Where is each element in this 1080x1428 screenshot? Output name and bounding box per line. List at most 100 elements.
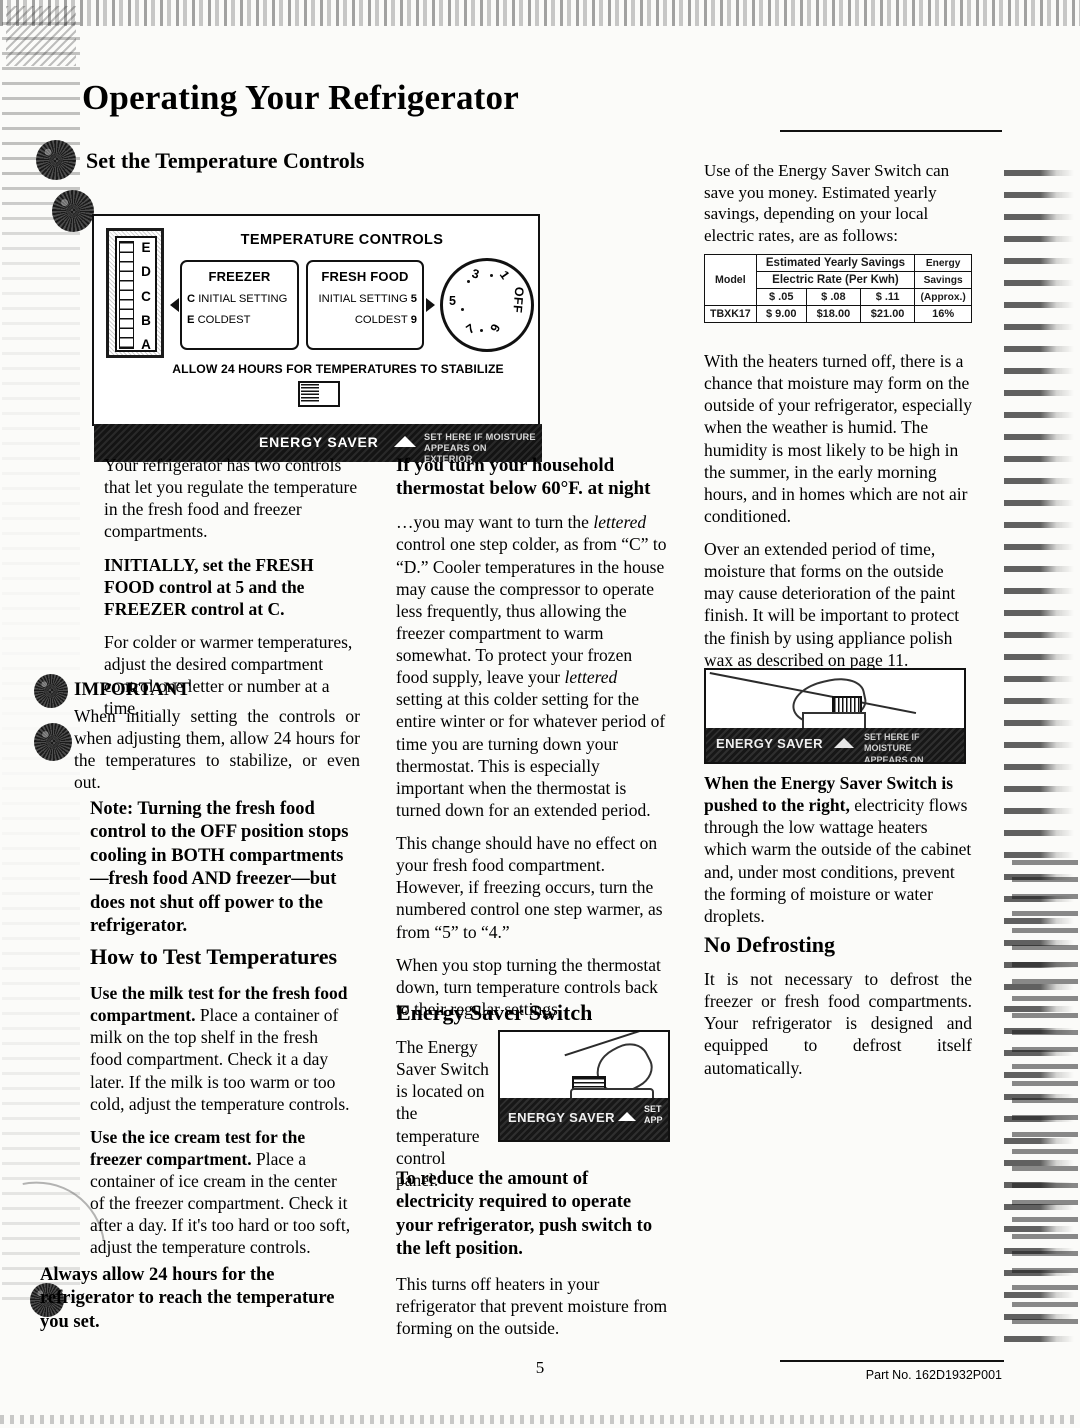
scanned-page: Operating Your Refrigerator Set the Temp… — [0, 0, 1080, 1428]
turns-off-heaters-paragraph: This turns off heaters in your refrigera… — [396, 1273, 668, 1338]
thermostat-paragraph-2: This change should have no effect on you… — [396, 833, 663, 942]
reduce-electricity-paragraph: To reduce the amount of electricity requ… — [396, 1169, 653, 1260]
left-intro-paragraph: Your refrigerator has two controls that … — [104, 455, 358, 542]
fresh-food-initial-label: INITIAL SETTING — [318, 293, 408, 305]
ice-cream-test-paragraph: Use the ice cream test for the freezer c… — [90, 1126, 352, 1259]
savings-intro-paragraph: Use of the Energy Saver Switch can save … — [704, 161, 950, 245]
fresh-food-dial-icon: 1 3 5 7 9 OFF — [440, 258, 534, 352]
note-paragraph: Note: Turning the fresh food control to … — [90, 799, 349, 936]
figure-bullet-icon — [52, 190, 94, 232]
set-note-right-line1: SET HERE IF MOISTURE — [864, 732, 920, 754]
slider-letter-d: D — [141, 264, 151, 280]
dial-dot-7 — [480, 329, 484, 333]
left-initially-paragraph: INITIALLY, set the FRESH FOOD control at… — [104, 554, 314, 619]
middle-column: If you turn your household thermostat be… — [396, 454, 668, 1031]
temperature-control-panel-figure: TEMPERATURE CONTROLS E D C B A FREEZER C… — [92, 214, 542, 464]
freezer-initial-row: C INITIAL SETTING — [182, 293, 297, 305]
energy-saver-instructions: To reduce the amount of electricity requ… — [396, 1168, 668, 1350]
table-header-rate-05: $ .05 — [755, 288, 807, 306]
energy-saver-strip-right: ENERGY SAVER SET HERE IF MOISTURE APPEAR… — [706, 728, 964, 762]
table-header-energy-2: Savings — [914, 271, 972, 289]
important-heading: IMPORTANT — [74, 679, 191, 700]
slider-letter-b: B — [141, 312, 151, 328]
set-note-right: SET HERE IF MOISTURE APPEARS ON EXTERIOR — [864, 732, 964, 764]
pushed-right-block: When the Energy Saver Switch is pushed t… — [704, 772, 972, 938]
dial-label-9: 9 — [487, 321, 504, 335]
fresh-food-legend-header: FRESH FOOD — [321, 269, 409, 284]
dial-label-5: 5 — [449, 294, 456, 308]
set-note-middle-line2: APP — [644, 1114, 663, 1125]
triangle-up-icon — [394, 436, 416, 447]
table-cell-savings-08: $18.00 — [805, 305, 862, 323]
table-cell-savings-05: $ 9.00 — [755, 305, 807, 323]
arrow-left-icon — [170, 298, 179, 312]
freezer-legend-header: FREEZER — [208, 269, 271, 284]
set-note-middle-line1: SET — [644, 1104, 662, 1114]
slider-letter-scale: E D C B A — [135, 240, 157, 352]
important-block: IMPORTANT When initially setting the con… — [74, 678, 360, 805]
table-row: TBXK17 $ 9.00 $18.00 $21.00 16% — [704, 305, 972, 323]
always-allow-block: Always allow 24 hours for the refrigerat… — [40, 1264, 340, 1345]
section-heading-no-defrosting: No Defrosting — [704, 932, 835, 957]
energy-saver-label-right: ENERGY SAVER — [716, 736, 823, 751]
table-cell-energy-percent: 16% — [914, 305, 972, 323]
over-time-paragraph: Over an extended period of time, moistur… — [704, 539, 960, 670]
no-defrosting-body: It is not necessary to defrost the freez… — [704, 968, 972, 1090]
energy-saver-switch-photo-right: ENERGY SAVER SET HERE IF MOISTURE APPEAR… — [704, 668, 966, 764]
table-header-energy-3: (Approx.) — [914, 288, 972, 306]
set-note-middle: SET APP — [644, 1104, 663, 1126]
energy-saver-switch-icon — [298, 381, 340, 407]
freezer-slider-inner: E D C B A — [115, 236, 157, 352]
part-number: Part No. 162D1932P001 — [865, 1368, 1002, 1382]
pushed-right-paragraph: When the Energy Saver Switch is pushed t… — [704, 772, 972, 927]
table-cell-savings-11: $21.00 — [859, 305, 916, 323]
table-header-estimated-savings: Estimated Yearly Savings — [755, 254, 916, 272]
freezer-coldest-letter: E — [187, 314, 195, 326]
freezer-coldest-label: COLDEST — [197, 314, 251, 326]
no-defrosting-paragraph: It is not necessary to defrost the freez… — [704, 969, 972, 1078]
thermostat-p1-a: …you may want to turn the — [396, 512, 594, 533]
freezer-legend-box: FREEZER C INITIAL SETTING E COLDEST — [180, 260, 299, 350]
thermostat-p1-c: setting at this colder setting for the e… — [396, 689, 666, 820]
right-column-intro: Use of the Energy Saver Switch can save … — [704, 160, 972, 257]
always-allow-paragraph: Always allow 24 hours for the refrigerat… — [40, 1265, 335, 1332]
freezer-initial-letter: C — [187, 293, 196, 305]
table-header-energy-1: Energy — [914, 254, 972, 272]
note-block: Note: Turning the fresh food control to … — [90, 798, 356, 949]
thermostat-p1-italic-2: lettered — [564, 667, 618, 688]
fresh-food-legend-box: FRESH FOOD INITIAL SETTING 5 COLDEST 9 — [306, 260, 424, 350]
stabilize-note: ALLOW 24 HOURS FOR TEMPERATURES TO STABI… — [172, 362, 504, 376]
table-header-rate-08: $ .08 — [805, 288, 862, 306]
dial-dot-5 — [461, 308, 465, 312]
table-header-rate-11: $ .11 — [859, 288, 916, 306]
set-here-line-1: SET HERE IF MOISTURE — [424, 432, 536, 442]
section-bullet-icon — [36, 140, 76, 180]
panel-title: TEMPERATURE CONTROLS — [240, 232, 444, 248]
freezer-coldest-row: E COLDEST — [182, 314, 297, 326]
fresh-food-coldest-label: COLDEST — [354, 314, 408, 326]
table-header-electric-rate: Electric Rate (Per Kwh) — [755, 271, 916, 289]
section-heading-energy-saver: Energy Saver Switch — [396, 1000, 593, 1025]
fresh-food-initial-row: INITIAL SETTING 5 — [308, 293, 422, 305]
page-title: Operating Your Refrigerator — [82, 78, 519, 117]
section-heading-how-to-test: How to Test Temperatures — [90, 944, 338, 969]
heaters-off-paragraph: With the heaters turned off, there is a … — [704, 351, 973, 526]
how-to-test-body: Use the milk test for the fresh food com… — [90, 982, 352, 1270]
energy-saver-switch-photo-middle: ENERGY SAVER SET APP — [498, 1030, 670, 1142]
table-cell-model: TBXK17 — [704, 305, 757, 323]
triangle-up-icon-right — [834, 738, 854, 748]
slider-letter-c: C — [141, 288, 151, 304]
fresh-food-initial-value: 5 — [410, 293, 417, 305]
footer-rule — [780, 1360, 1004, 1362]
table-header-model: Model — [704, 254, 757, 306]
dial-label-off: OFF — [510, 286, 527, 314]
energy-savings-table: Model Estimated Yearly Savings Energy El… — [704, 254, 972, 323]
milk-test-paragraph: Use the milk test for the fresh food com… — [90, 982, 352, 1115]
set-note-right-line2: APPEARS ON EXTERIOR — [864, 754, 924, 764]
thermostat-heading: If you turn your household thermostat be… — [396, 455, 651, 500]
slider-ticks-icon — [119, 241, 134, 349]
section-heading-set-controls: Set the Temperature Controls — [86, 148, 365, 173]
important-body: When initially setting the controls or w… — [74, 706, 360, 793]
fresh-food-coldest-value: 9 — [410, 314, 417, 326]
slider-letter-a: A — [141, 337, 151, 352]
